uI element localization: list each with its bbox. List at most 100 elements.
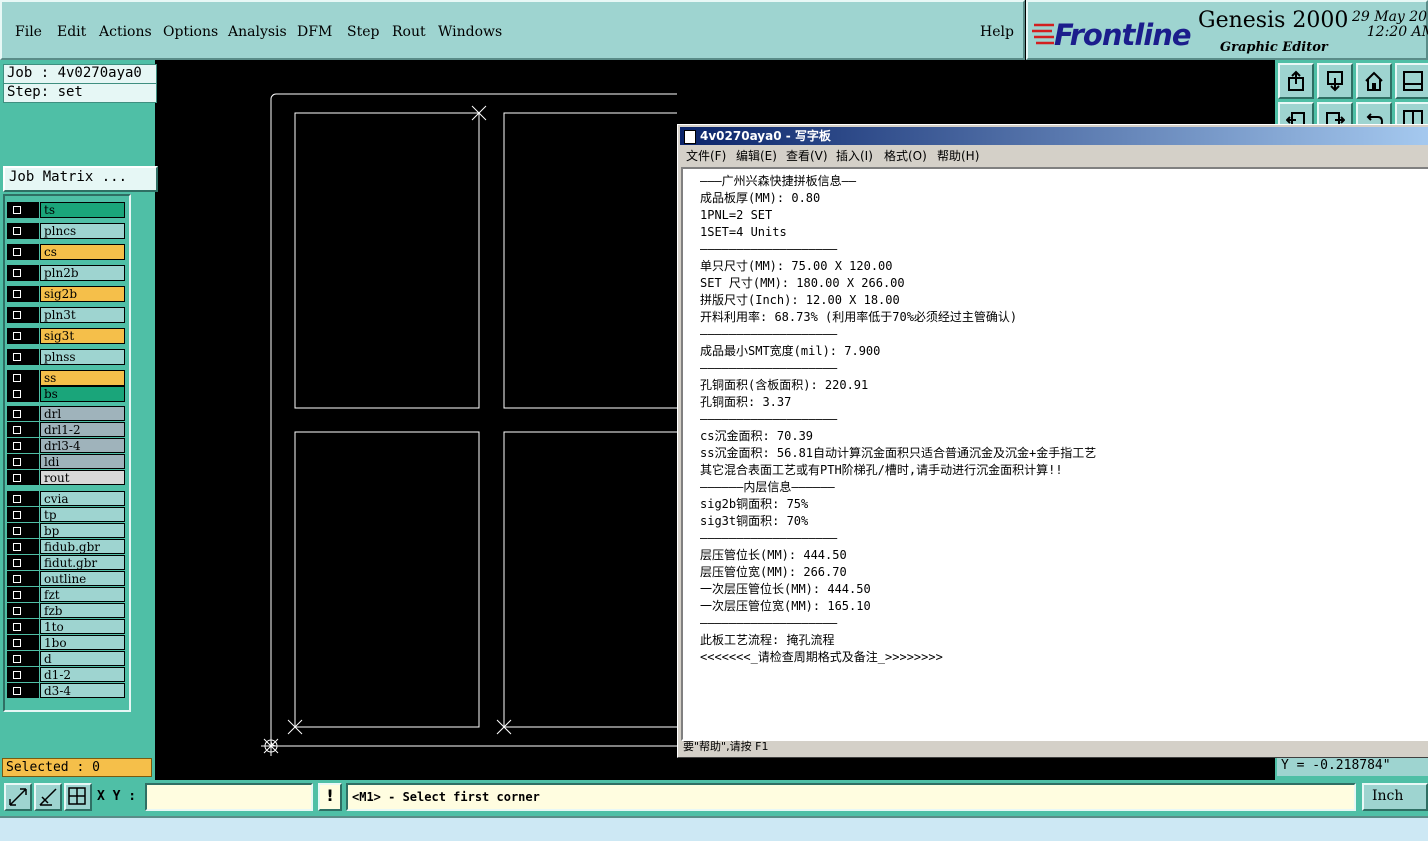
menu-actions[interactable]: Actions — [99, 24, 152, 40]
layer-checkbox[interactable] — [7, 307, 39, 323]
wp-menu-edit[interactable]: 编辑(E) — [736, 147, 777, 165]
menu-dfm[interactable]: DFM — [297, 24, 332, 40]
xy-coordinate-input[interactable] — [145, 783, 313, 811]
layer-checkbox[interactable] — [7, 507, 39, 522]
wp-menu-file[interactable]: 文件(F) — [686, 147, 726, 165]
layer-row-bp[interactable]: bp — [7, 523, 125, 538]
layer-row-d3-4[interactable]: d3-4 — [7, 683, 125, 698]
layer-row-fidub.gbr[interactable]: fidub.gbr — [7, 539, 125, 554]
layer-name: d1-2 — [40, 667, 125, 682]
layer-checkbox[interactable] — [7, 619, 39, 634]
layer-checkbox[interactable] — [7, 370, 39, 386]
text-line: ——————————————————— — [700, 412, 838, 426]
layer-row-drl3-4[interactable]: drl3-4 — [7, 438, 125, 453]
layer-checkbox[interactable] — [7, 587, 39, 602]
frontline-logo-icon — [1032, 23, 1054, 45]
layer-row-bs[interactable]: bs — [7, 386, 125, 402]
layer-checkbox[interactable] — [7, 571, 39, 586]
layer-checkbox[interactable] — [7, 202, 39, 218]
layer-checkbox[interactable] — [7, 539, 39, 554]
layer-row-ss[interactable]: ss — [7, 370, 125, 386]
layer-row-cvia[interactable]: cvia — [7, 491, 125, 506]
datum-origin-icon — [261, 736, 281, 756]
checkbox-icon — [13, 374, 21, 382]
wordpad-text-area[interactable]: ———广州兴森快捷拼板信息—— 成品板厚(MM): 0.80 1PNL=2 SET 1… — [681, 167, 1428, 741]
layer-checkbox[interactable] — [7, 555, 39, 570]
graphic-canvas[interactable] — [155, 60, 677, 780]
layer-row-fzt[interactable]: fzt — [7, 587, 125, 602]
layer-row-ldi[interactable]: ldi — [7, 454, 125, 469]
layer-row-plncs[interactable]: plncs — [7, 223, 125, 239]
menu-edit[interactable]: Edit — [57, 24, 86, 40]
layer-row-drl[interactable]: drl — [7, 406, 125, 421]
layer-row-drl1-2[interactable]: drl1-2 — [7, 422, 125, 437]
layer-checkbox[interactable] — [7, 386, 39, 402]
layer-checkbox[interactable] — [7, 454, 39, 469]
layer-checkbox[interactable] — [7, 223, 39, 239]
text-line: 层压管位长(MM): 444.50 — [700, 548, 847, 562]
layer-checkbox[interactable] — [7, 667, 39, 682]
snap-grid-button[interactable] — [64, 783, 92, 811]
zoom-diagonal-icon — [9, 788, 27, 806]
layer-row-tp[interactable]: tp — [7, 507, 125, 522]
layer-row-d1-2[interactable]: d1-2 — [7, 667, 125, 682]
export-button[interactable] — [1278, 63, 1314, 99]
layer-row-1to[interactable]: 1to — [7, 619, 125, 634]
menu-windows[interactable]: Windows — [438, 24, 502, 40]
import-button[interactable] — [1317, 63, 1353, 99]
layer-row-rout[interactable]: rout — [7, 470, 125, 485]
wp-menu-view[interactable]: 查看(V) — [786, 147, 828, 165]
job-matrix-button[interactable]: Job Matrix ... — [3, 166, 158, 192]
layer-checkbox[interactable] — [7, 470, 39, 485]
wp-menu-help[interactable]: 帮助(H) — [937, 147, 979, 165]
menu-help[interactable]: Help — [980, 24, 1014, 40]
menu-file[interactable]: File — [15, 24, 42, 40]
units-toggle[interactable]: Inch — [1362, 783, 1428, 811]
layer-checkbox[interactable] — [7, 286, 39, 302]
layer-checkbox[interactable] — [7, 651, 39, 666]
unit-outline-bottom-left — [294, 431, 480, 728]
layer-row-pln2b[interactable]: pln2b — [7, 265, 125, 281]
menu-options[interactable]: Options — [163, 24, 218, 40]
layer-row-sig2b[interactable]: sig2b — [7, 286, 125, 302]
alert-button[interactable]: ! — [318, 783, 342, 811]
layer-checkbox[interactable] — [7, 491, 39, 506]
layer-row-pln3t[interactable]: pln3t — [7, 307, 125, 323]
home-button[interactable] — [1356, 63, 1392, 99]
layer-row-ts[interactable]: ts — [7, 202, 125, 218]
layer-checkbox[interactable] — [7, 244, 39, 260]
layer-checkbox[interactable] — [7, 438, 39, 453]
layer-checkbox[interactable] — [7, 406, 39, 421]
layer-row-outline[interactable]: outline — [7, 571, 125, 586]
zoom-button[interactable] — [4, 783, 32, 811]
menu-rout[interactable]: Rout — [392, 24, 426, 40]
layer-name: fzb — [40, 603, 125, 618]
layer-row-d[interactable]: d — [7, 651, 125, 666]
wordpad-title-bar[interactable]: 4v0270aya0 - 写字板 — [680, 127, 1428, 145]
layer-checkbox[interactable] — [7, 349, 39, 365]
date: 29 May 201 — [1351, 9, 1428, 25]
layer-checkbox[interactable] — [7, 265, 39, 281]
layer-row-plnss[interactable]: plnss — [7, 349, 125, 365]
layer-checkbox[interactable] — [7, 635, 39, 650]
window-button[interactable] — [1395, 63, 1428, 99]
layer-row-fzb[interactable]: fzb — [7, 603, 125, 618]
layer-row-fidut.gbr[interactable]: fidut.gbr — [7, 555, 125, 570]
wp-menu-format[interactable]: 格式(O) — [884, 147, 927, 165]
layer-row-cs[interactable]: cs — [7, 244, 125, 260]
layer-checkbox[interactable] — [7, 683, 39, 698]
frontline-logo-text: Frontline — [1054, 18, 1192, 52]
menu-step[interactable]: Step — [347, 24, 379, 40]
menu-analysis[interactable]: Analysis — [228, 24, 287, 40]
layer-checkbox[interactable] — [7, 328, 39, 344]
wp-menu-insert[interactable]: 插入(I) — [836, 147, 873, 165]
layer-checkbox[interactable] — [7, 523, 39, 538]
layer-name: plncs — [40, 223, 125, 239]
layer-checkbox[interactable] — [7, 422, 39, 437]
layer-checkbox[interactable] — [7, 603, 39, 618]
layer-row-1bo[interactable]: 1bo — [7, 635, 125, 650]
layer-row-sig3t[interactable]: sig3t — [7, 328, 125, 344]
measure-button[interactable] — [34, 783, 62, 811]
checkbox-icon — [13, 290, 21, 298]
home-icon — [1365, 71, 1383, 91]
